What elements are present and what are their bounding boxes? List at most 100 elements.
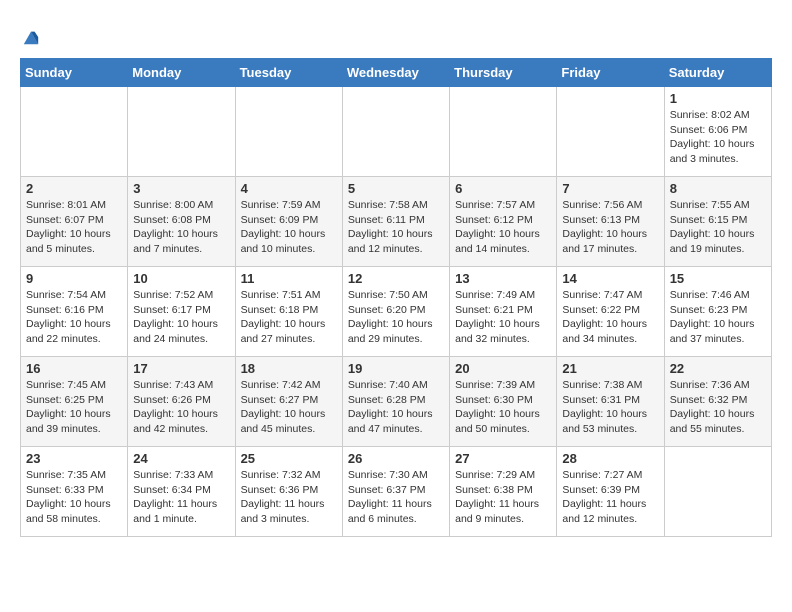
calendar-cell: 24 Sunrise: 7:33 AM Sunset: 6:34 PM Dayli… (128, 447, 235, 537)
day-info: Sunrise: 7:36 AM Sunset: 6:32 PM Dayligh… (670, 378, 766, 437)
day-info: Sunrise: 7:54 AM Sunset: 6:16 PM Dayligh… (26, 288, 122, 347)
day-info: Sunrise: 7:51 AM Sunset: 6:18 PM Dayligh… (241, 288, 337, 347)
day-info: Sunrise: 7:30 AM Sunset: 6:37 PM Dayligh… (348, 468, 444, 527)
day-info: Sunrise: 7:57 AM Sunset: 6:12 PM Dayligh… (455, 198, 551, 257)
week-row-1: 1 Sunrise: 8:02 AM Sunset: 6:06 PM Daylig… (21, 87, 772, 177)
day-number: 23 (26, 451, 122, 466)
calendar-cell: 22 Sunrise: 7:36 AM Sunset: 6:32 PM Dayli… (664, 357, 771, 447)
weekday-wednesday: Wednesday (342, 59, 449, 87)
day-info: Sunrise: 7:27 AM Sunset: 6:39 PM Dayligh… (562, 468, 658, 527)
day-number: 8 (670, 181, 766, 196)
calendar-cell: 28Sunrise: 7:27 AM Sunset: 6:39 PM Dayli… (557, 447, 664, 537)
day-info: Sunrise: 7:40 AM Sunset: 6:28 PM Dayligh… (348, 378, 444, 437)
day-number: 24 (133, 451, 229, 466)
day-info: Sunrise: 8:00 AM Sunset: 6:08 PM Dayligh… (133, 198, 229, 257)
day-number: 9 (26, 271, 122, 286)
logo (20, 28, 40, 48)
day-info: Sunrise: 7:32 AM Sunset: 6:36 PM Dayligh… (241, 468, 337, 527)
calendar-cell (128, 87, 235, 177)
calendar-cell: 10 Sunrise: 7:52 AM Sunset: 6:17 PM Dayli… (128, 267, 235, 357)
day-number: 27 (455, 451, 551, 466)
day-number: 1 (670, 91, 766, 106)
day-info: Sunrise: 7:35 AM Sunset: 6:33 PM Dayligh… (26, 468, 122, 527)
calendar-cell: 13 Sunrise: 7:49 AM Sunset: 6:21 PM Dayli… (450, 267, 557, 357)
day-number: 3 (133, 181, 229, 196)
day-number: 19 (348, 361, 444, 376)
calendar-table: SundayMondayTuesdayWednesdayThursdayFrid… (20, 58, 772, 537)
day-number: 11 (241, 271, 337, 286)
day-number: 21 (562, 361, 658, 376)
day-info: Sunrise: 7:33 AM Sunset: 6:34 PM Dayligh… (133, 468, 229, 527)
calendar-cell (342, 87, 449, 177)
day-number: 2 (26, 181, 122, 196)
calendar-cell: 26Sunrise: 7:30 AM Sunset: 6:37 PM Dayli… (342, 447, 449, 537)
day-number: 7 (562, 181, 658, 196)
weekday-friday: Friday (557, 59, 664, 87)
day-number: 5 (348, 181, 444, 196)
day-number: 14 (562, 271, 658, 286)
day-number: 16 (26, 361, 122, 376)
day-info: Sunrise: 7:50 AM Sunset: 6:20 PM Dayligh… (348, 288, 444, 347)
calendar-cell: 14 Sunrise: 7:47 AM Sunset: 6:22 PM Dayli… (557, 267, 664, 357)
header (20, 20, 772, 48)
calendar-cell: 21 Sunrise: 7:38 AM Sunset: 6:31 PM Dayli… (557, 357, 664, 447)
weekday-header-row: SundayMondayTuesdayWednesdayThursdayFrid… (21, 59, 772, 87)
calendar-cell: 7 Sunrise: 7:56 AM Sunset: 6:13 PM Daylig… (557, 177, 664, 267)
day-number: 10 (133, 271, 229, 286)
day-info: Sunrise: 7:39 AM Sunset: 6:30 PM Dayligh… (455, 378, 551, 437)
weekday-sunday: Sunday (21, 59, 128, 87)
calendar-cell: 17Sunrise: 7:43 AM Sunset: 6:26 PM Dayli… (128, 357, 235, 447)
day-info: Sunrise: 7:45 AM Sunset: 6:25 PM Dayligh… (26, 378, 122, 437)
day-number: 25 (241, 451, 337, 466)
calendar-cell (450, 87, 557, 177)
day-info: Sunrise: 7:49 AM Sunset: 6:21 PM Dayligh… (455, 288, 551, 347)
weekday-monday: Monday (128, 59, 235, 87)
day-info: Sunrise: 7:38 AM Sunset: 6:31 PM Dayligh… (562, 378, 658, 437)
calendar-cell: 25 Sunrise: 7:32 AM Sunset: 6:36 PM Dayli… (235, 447, 342, 537)
day-number: 15 (670, 271, 766, 286)
weekday-saturday: Saturday (664, 59, 771, 87)
weekday-tuesday: Tuesday (235, 59, 342, 87)
calendar-cell: 18 Sunrise: 7:42 AM Sunset: 6:27 PM Dayli… (235, 357, 342, 447)
day-info: Sunrise: 7:29 AM Sunset: 6:38 PM Dayligh… (455, 468, 551, 527)
calendar-cell: 12 Sunrise: 7:50 AM Sunset: 6:20 PM Dayli… (342, 267, 449, 357)
calendar-cell: 16 Sunrise: 7:45 AM Sunset: 6:25 PM Dayli… (21, 357, 128, 447)
day-number: 12 (348, 271, 444, 286)
day-info: Sunrise: 7:55 AM Sunset: 6:15 PM Dayligh… (670, 198, 766, 257)
calendar-cell: 20 Sunrise: 7:39 AM Sunset: 6:30 PM Dayli… (450, 357, 557, 447)
day-info: Sunrise: 7:52 AM Sunset: 6:17 PM Dayligh… (133, 288, 229, 347)
day-number: 17 (133, 361, 229, 376)
calendar-cell: 9 Sunrise: 7:54 AM Sunset: 6:16 PM Daylig… (21, 267, 128, 357)
day-info: Sunrise: 8:01 AM Sunset: 6:07 PM Dayligh… (26, 198, 122, 257)
calendar-cell: 27 Sunrise: 7:29 AM Sunset: 6:38 PM Dayli… (450, 447, 557, 537)
calendar-cell: 2 Sunrise: 8:01 AM Sunset: 6:07 PM Daylig… (21, 177, 128, 267)
day-info: Sunrise: 7:59 AM Sunset: 6:09 PM Dayligh… (241, 198, 337, 257)
day-info: Sunrise: 7:42 AM Sunset: 6:27 PM Dayligh… (241, 378, 337, 437)
day-info: Sunrise: 7:58 AM Sunset: 6:11 PM Dayligh… (348, 198, 444, 257)
calendar-cell (21, 87, 128, 177)
day-number: 4 (241, 181, 337, 196)
calendar-cell (235, 87, 342, 177)
calendar-cell (664, 447, 771, 537)
day-number: 6 (455, 181, 551, 196)
calendar-cell: 5 Sunrise: 7:58 AM Sunset: 6:11 PM Daylig… (342, 177, 449, 267)
day-number: 13 (455, 271, 551, 286)
week-row-5: 23 Sunrise: 7:35 AM Sunset: 6:33 PM Dayli… (21, 447, 772, 537)
calendar-cell: 19 Sunrise: 7:40 AM Sunset: 6:28 PM Dayli… (342, 357, 449, 447)
calendar-cell: 4 Sunrise: 7:59 AM Sunset: 6:09 PM Daylig… (235, 177, 342, 267)
day-number: 18 (241, 361, 337, 376)
calendar-cell: 8 Sunrise: 7:55 AM Sunset: 6:15 PM Daylig… (664, 177, 771, 267)
week-row-2: 2 Sunrise: 8:01 AM Sunset: 6:07 PM Daylig… (21, 177, 772, 267)
day-number: 22 (670, 361, 766, 376)
day-info: Sunrise: 7:56 AM Sunset: 6:13 PM Dayligh… (562, 198, 658, 257)
day-info: Sunrise: 8:02 AM Sunset: 6:06 PM Dayligh… (670, 108, 766, 167)
weekday-thursday: Thursday (450, 59, 557, 87)
calendar-cell: 23 Sunrise: 7:35 AM Sunset: 6:33 PM Dayli… (21, 447, 128, 537)
calendar-cell: 11 Sunrise: 7:51 AM Sunset: 6:18 PM Dayli… (235, 267, 342, 357)
day-number: 20 (455, 361, 551, 376)
logo-icon (22, 28, 40, 46)
calendar-cell (557, 87, 664, 177)
day-info: Sunrise: 7:47 AM Sunset: 6:22 PM Dayligh… (562, 288, 658, 347)
week-row-4: 16 Sunrise: 7:45 AM Sunset: 6:25 PM Dayli… (21, 357, 772, 447)
calendar-cell: 3 Sunrise: 8:00 AM Sunset: 6:08 PM Daylig… (128, 177, 235, 267)
